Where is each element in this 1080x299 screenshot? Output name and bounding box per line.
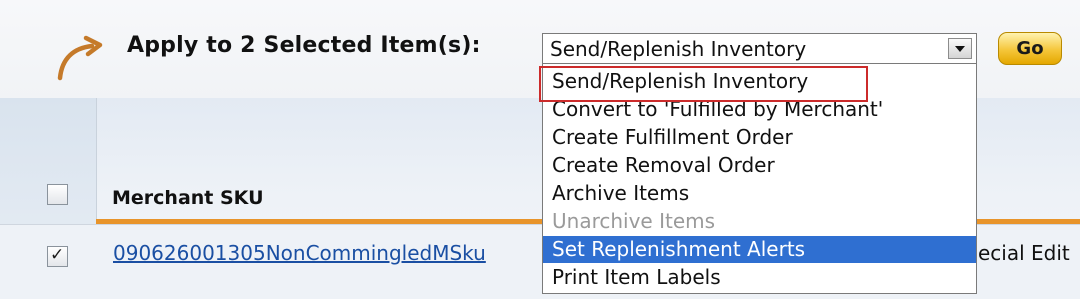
option-archive-items[interactable]: Archive Items (543, 180, 976, 207)
column-header-merchant-sku[interactable]: Merchant SKU (112, 187, 264, 209)
option-create-removal-order[interactable]: Create Removal Order (543, 152, 976, 179)
action-select[interactable]: Send/Replenish Inventory (542, 33, 977, 64)
option-unarchive-items: Unarchive Items (552, 209, 716, 233)
chevron-down-icon[interactable] (948, 38, 972, 59)
option-set-replenishment-alerts[interactable]: Set Replenishment Alerts (543, 236, 976, 263)
sku-link[interactable]: 090626001305NonCommingledMSku (113, 241, 486, 265)
option-create-fulfillment-order[interactable]: Create Fulfillment Order (543, 124, 976, 151)
action-select-value: Send/Replenish Inventory (550, 37, 807, 61)
apply-label: Apply to 2 Selected Item(s): (127, 33, 481, 58)
annotation-highlight-box (539, 66, 868, 102)
select-all-checkbox[interactable] (47, 184, 68, 205)
option-print-item-labels[interactable]: Print Item Labels (543, 264, 976, 291)
row-checkbox[interactable] (47, 245, 68, 267)
product-name-cell: ecial Edit (978, 241, 1070, 265)
curved-arrow-icon (57, 35, 103, 81)
go-button[interactable]: Go (998, 32, 1062, 65)
